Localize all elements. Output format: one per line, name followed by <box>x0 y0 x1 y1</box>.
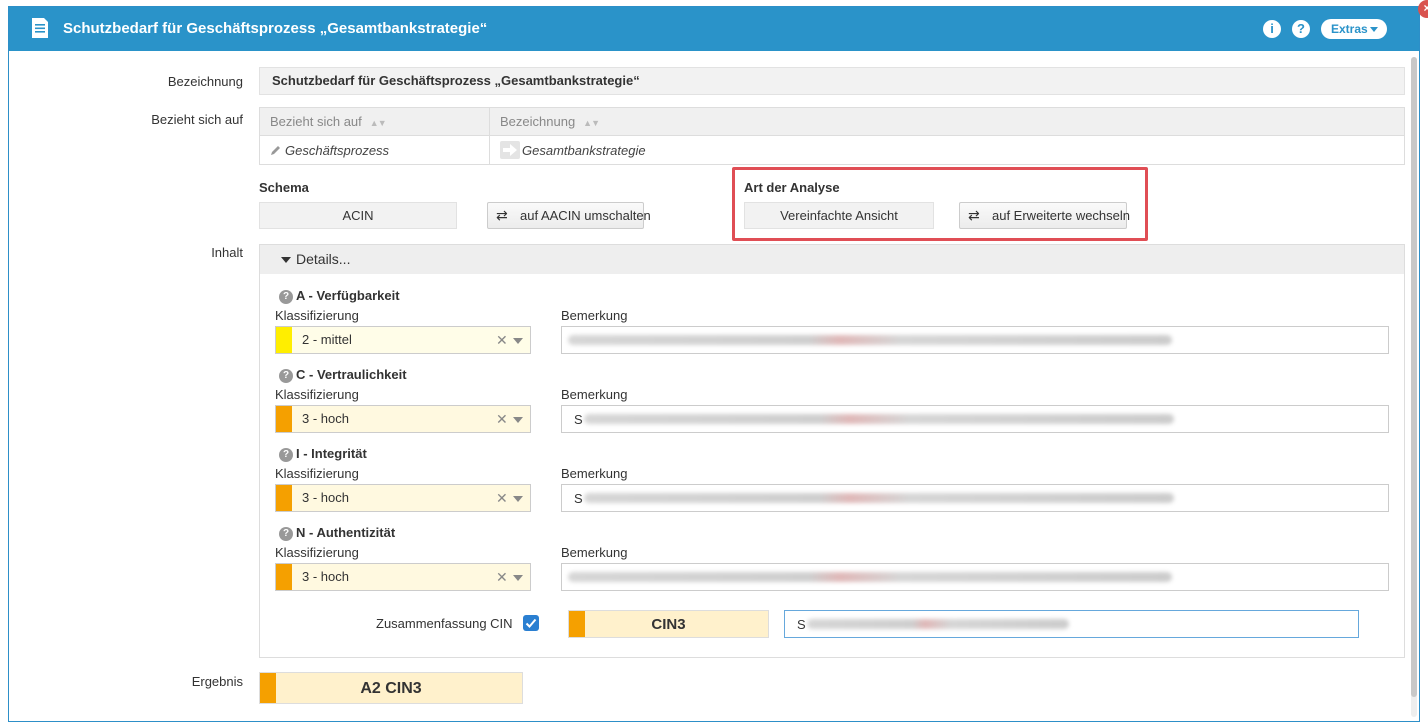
title-bar: Schutzbedarf für Geschäftsprozess „Gesam… <box>9 7 1419 51</box>
remark-input-i[interactable]: S <box>561 484 1389 512</box>
ergebnis-value: A2 CIN3 <box>360 680 422 697</box>
remark-label: Bemerkung <box>561 387 628 402</box>
highlight-box <box>732 167 1148 241</box>
table-cell-name[interactable]: Gesamtbankstrategie <box>500 138 646 164</box>
sort-icon[interactable]: ▲▼ <box>583 118 600 128</box>
remark-prefix: S <box>574 491 583 506</box>
sort-icon[interactable]: ▲▼ <box>370 118 387 128</box>
classification-select-i[interactable]: 3 - hoch ✕ <box>275 484 531 512</box>
classification-label: Klassifizierung <box>275 545 359 560</box>
extras-button[interactable]: Extras <box>1321 19 1387 39</box>
select-value: 3 - hoch <box>302 411 349 426</box>
level-strip <box>569 611 585 637</box>
remark-label: Bemerkung <box>561 466 628 481</box>
scrollbar-thumb[interactable] <box>1411 57 1417 697</box>
remark-prefix: S <box>797 617 806 632</box>
blurred-text <box>568 335 1172 345</box>
extras-label: Extras <box>1331 22 1368 36</box>
level-strip <box>276 406 292 432</box>
summary-label: Zusammenfassung CIN <box>376 616 513 631</box>
window-title: Schutzbedarf für Geschäftsprozess „Gesam… <box>63 20 488 37</box>
classification-label: Klassifizierung <box>275 387 359 402</box>
question-icon[interactable]: ? <box>279 290 293 304</box>
level-strip <box>276 564 292 590</box>
summary-result: CIN3 <box>568 610 769 638</box>
summary-value: CIN3 <box>651 616 686 633</box>
table-cell-type[interactable]: Geschäftsprozess <box>270 138 389 164</box>
remark-prefix: S <box>574 412 583 427</box>
chevron-down-icon[interactable] <box>513 338 523 344</box>
ergebnis-result: A2 CIN3 <box>259 672 523 704</box>
summary-remark-input[interactable]: S <box>784 610 1359 638</box>
question-icon[interactable]: ? <box>279 448 293 462</box>
remark-input-a[interactable] <box>561 326 1389 354</box>
grid-header: Bezieht sich auf ▲▼ Bezeichnung ▲▼ <box>260 108 1404 136</box>
select-value: 2 - mittel <box>302 332 352 347</box>
ergebnis-label: Ergebnis <box>191 674 243 689</box>
column-header-bezieht[interactable]: Bezieht sich auf ▲▼ <box>260 108 387 136</box>
clear-icon[interactable]: ✕ <box>496 564 508 590</box>
details-header[interactable]: Details... <box>260 245 1404 274</box>
blurred-text <box>568 572 1172 582</box>
level-strip <box>260 673 276 703</box>
section-title-a: ? A - Verfügbarkeit <box>279 288 400 304</box>
bezeichnung-label: Bezeichnung <box>167 74 243 89</box>
column-divider <box>489 108 490 164</box>
section-title-n: ? N - Authentizität <box>279 525 395 541</box>
summary-checkbox[interactable] <box>523 615 539 631</box>
help-icon[interactable]: ? <box>1292 20 1310 38</box>
relation-grid: Bezieht sich auf ▲▼ Bezeichnung ▲▼ Geschäf… <box>259 107 1405 165</box>
classification-label: Klassifizierung <box>275 308 359 323</box>
classification-select-a[interactable]: 2 - mittel ✕ <box>275 326 531 354</box>
chevron-down-icon[interactable] <box>513 575 523 581</box>
chevron-down-icon[interactable] <box>513 417 523 423</box>
remark-label: Bemerkung <box>561 545 628 560</box>
select-value: 3 - hoch <box>302 490 349 505</box>
chevron-down-icon[interactable] <box>513 496 523 502</box>
pencil-icon <box>271 146 280 155</box>
classification-select-n[interactable]: 3 - hoch ✕ <box>275 563 531 591</box>
dialog-window: Schutzbedarf für Geschäftsprozess „Gesam… <box>8 6 1420 722</box>
column-header-bezeichnung[interactable]: Bezeichnung ▲▼ <box>490 108 600 136</box>
check-icon <box>525 618 537 628</box>
section-title-c: ? C - Vertraulichkeit <box>279 367 407 383</box>
classification-label: Klassifizierung <box>275 466 359 481</box>
remark-input-c[interactable]: S <box>561 405 1389 433</box>
bezeichnung-field: Schutzbedarf für Geschäftsprozess „Gesam… <box>259 67 1405 95</box>
document-icon <box>32 18 48 38</box>
info-icon[interactable]: i <box>1263 20 1281 38</box>
clear-icon[interactable]: ✕ <box>496 485 508 511</box>
question-icon[interactable]: ? <box>279 369 293 383</box>
remark-label: Bemerkung <box>561 308 628 323</box>
level-strip <box>276 327 292 353</box>
level-strip <box>276 485 292 511</box>
switch-schema-button[interactable]: ⇄ auf AACIN umschalten <box>487 202 651 229</box>
scrollbar[interactable] <box>1411 57 1417 717</box>
details-panel: Details... <box>259 244 1405 658</box>
blurred-text <box>807 619 1069 629</box>
remark-input-n[interactable] <box>561 563 1389 591</box>
blurred-text <box>584 414 1174 424</box>
blurred-text <box>584 493 1174 503</box>
details-title: Details... <box>296 251 351 267</box>
caret-down-icon <box>1370 27 1378 32</box>
question-icon[interactable]: ? <box>279 527 293 541</box>
bezieht-label: Bezieht sich auf <box>151 112 243 127</box>
inhalt-label: Inhalt <box>211 245 243 260</box>
clear-icon[interactable]: ✕ <box>496 327 508 353</box>
select-value: 3 - hoch <box>302 569 349 584</box>
triangle-down-icon <box>281 257 291 263</box>
swap-icon: ⇄ <box>496 207 508 223</box>
arrow-right-icon <box>500 141 520 159</box>
clear-icon[interactable]: ✕ <box>496 406 508 432</box>
schema-label: Schema <box>259 180 309 195</box>
schema-field: ACIN <box>259 202 457 229</box>
section-title-i: ? I - Integrität <box>279 446 367 462</box>
classification-select-c[interactable]: 3 - hoch ✕ <box>275 405 531 433</box>
